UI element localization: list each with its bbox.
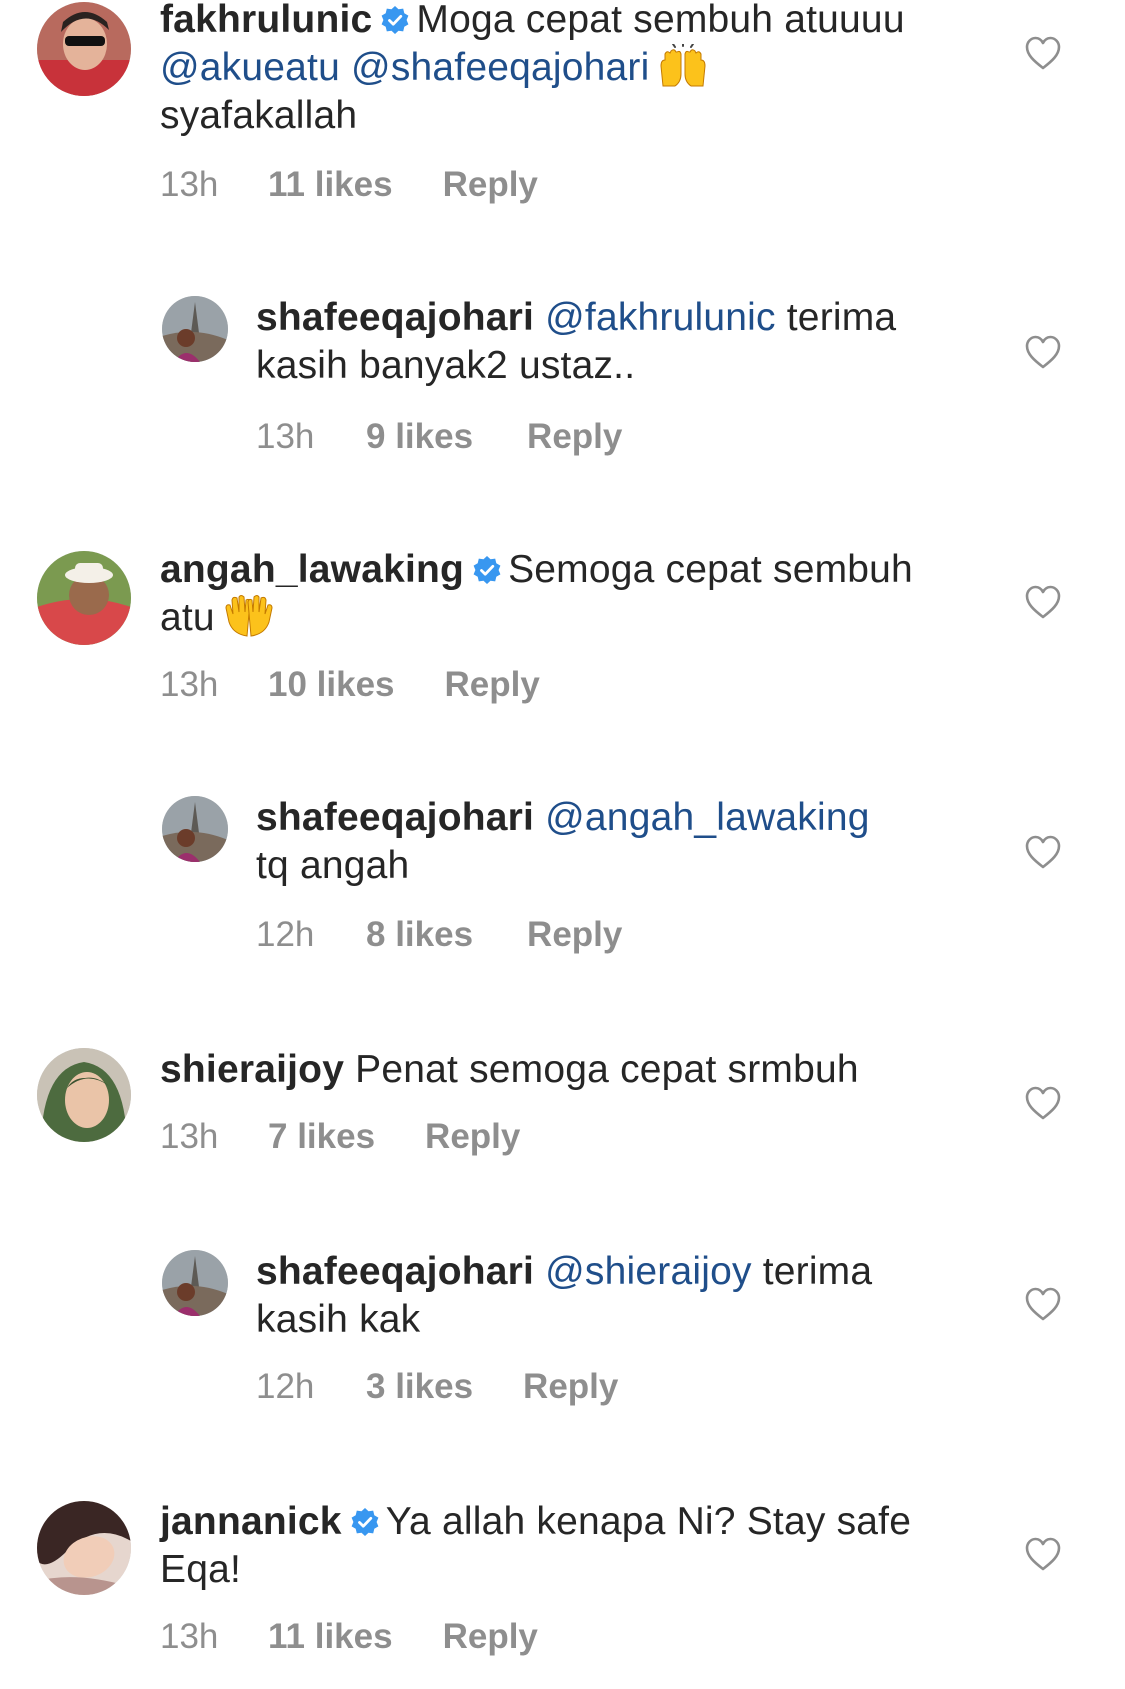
likes-count[interactable]: 10 likes	[268, 665, 395, 705]
comment-meta: 13h 11 likes Reply	[160, 165, 538, 205]
comment-time: 13h	[256, 417, 315, 456]
reply-button[interactable]: Reply	[527, 915, 622, 955]
avatar[interactable]	[37, 2, 131, 96]
comment-text: fakhrulunic Moga cepat sembuh atuuuu @aku…	[160, 0, 920, 140]
comment-text: angah_lawaking Semoga cepat sembuh atu	[160, 546, 920, 642]
heart-icon[interactable]	[1024, 35, 1062, 71]
comment-meta: 12h 3 likes Reply	[256, 1367, 618, 1407]
open-hands-icon	[225, 595, 273, 637]
avatar[interactable]	[37, 551, 131, 645]
mention-link[interactable]: @akueatu	[160, 46, 340, 89]
comment-body: tq angah	[256, 844, 410, 887]
comment-username[interactable]: shieraijoy	[160, 1048, 344, 1091]
verified-badge-icon	[473, 556, 501, 584]
comment-username[interactable]: jannanick	[160, 1500, 342, 1543]
reply-button[interactable]: Reply	[425, 1117, 520, 1157]
comment-time: 13h	[160, 1117, 219, 1156]
likes-count[interactable]: 11 likes	[268, 1617, 393, 1657]
comment-text: shieraijoy Penat semoga cepat srmbuh	[160, 1046, 920, 1094]
reply-button[interactable]: Reply	[443, 1617, 538, 1657]
comment-time: 13h	[160, 1617, 219, 1656]
comment-body: Moga cepat sembuh atuuuu	[416, 0, 905, 41]
comment-body-continued: syafakallah	[160, 94, 358, 137]
avatar[interactable]	[162, 796, 228, 862]
comment-text: shafeeqajohari @angah_lawaking tq angah	[256, 794, 956, 890]
likes-count[interactable]: 11 likes	[268, 165, 393, 205]
comment-time: 12h	[256, 915, 315, 954]
heart-icon[interactable]	[1024, 1536, 1062, 1572]
likes-count[interactable]: 8 likes	[366, 915, 473, 955]
reply-button[interactable]: Reply	[443, 165, 538, 205]
comment-meta: 13h 10 likes Reply	[160, 665, 540, 705]
avatar[interactable]	[162, 1250, 228, 1316]
comment-username[interactable]: fakhrulunic	[160, 0, 372, 41]
reply-button[interactable]: Reply	[527, 417, 622, 457]
comment-username[interactable]: shafeeqajohari	[256, 296, 534, 339]
avatar[interactable]	[162, 296, 228, 362]
comment-time: 13h	[160, 665, 219, 704]
comment-meta: 13h 7 likes Reply	[160, 1117, 520, 1157]
comment-username[interactable]: shafeeqajohari	[256, 796, 534, 839]
comment-body: Penat semoga cepat srmbuh	[355, 1048, 859, 1091]
heart-icon[interactable]	[1024, 1286, 1062, 1322]
comment-time: 12h	[256, 1367, 315, 1406]
comment-username[interactable]: angah_lawaking	[160, 548, 464, 591]
comment-text: shafeeqajohari @shieraijoy terima kasih …	[256, 1248, 956, 1344]
avatar[interactable]	[37, 1048, 131, 1142]
verified-badge-icon	[351, 1508, 379, 1536]
likes-count[interactable]: 9 likes	[366, 417, 473, 457]
reply-button[interactable]: Reply	[523, 1367, 618, 1407]
reply-button[interactable]: Reply	[445, 665, 540, 705]
mention-link[interactable]: @angah_lawaking	[545, 796, 869, 839]
comment-text: shafeeqajohari @fakhrulunic terima kasih…	[256, 294, 956, 390]
heart-icon[interactable]	[1024, 584, 1062, 620]
avatar[interactable]	[37, 1501, 131, 1595]
verified-badge-icon	[382, 6, 409, 34]
heart-icon[interactable]	[1024, 334, 1062, 370]
raised-hands-icon	[660, 44, 706, 87]
comment-meta: 12h 8 likes Reply	[256, 915, 622, 955]
mention-link[interactable]: @shieraijoy	[545, 1250, 752, 1293]
mention-link[interactable]: @fakhrulunic	[545, 296, 776, 339]
comment-text: jannanick Ya allah kenapa Ni? Stay safe E…	[160, 1498, 920, 1594]
heart-icon[interactable]	[1024, 834, 1062, 870]
mention-link[interactable]: @shafeeqajohari	[351, 46, 649, 89]
likes-count[interactable]: 3 likes	[366, 1367, 473, 1407]
heart-icon[interactable]	[1024, 1085, 1062, 1121]
comment-meta: 13h 11 likes Reply	[160, 1617, 538, 1657]
comment-meta: 13h 9 likes Reply	[256, 417, 622, 457]
likes-count[interactable]: 7 likes	[268, 1117, 375, 1157]
comment-username[interactable]: shafeeqajohari	[256, 1250, 534, 1293]
comment-time: 13h	[160, 165, 219, 204]
